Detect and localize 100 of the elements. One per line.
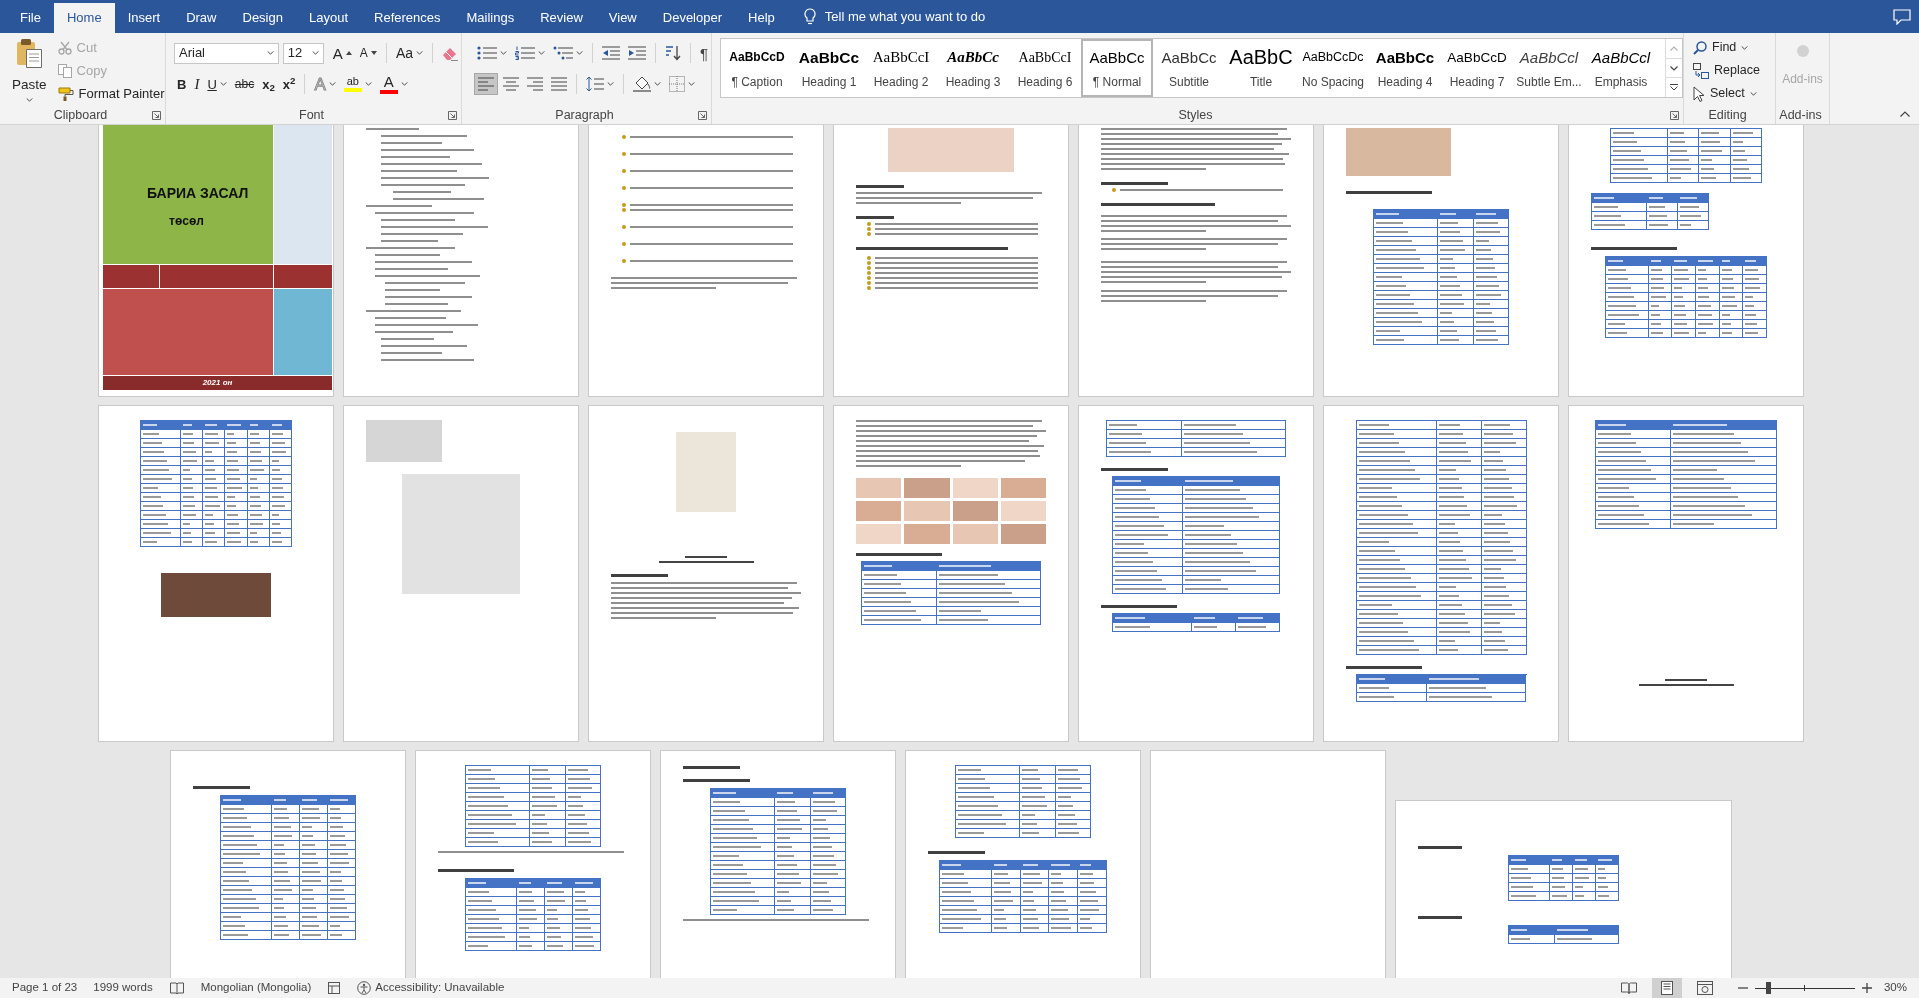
copy-icon xyxy=(57,63,72,78)
slider-thumb[interactable] xyxy=(1765,982,1771,994)
book-icon xyxy=(1620,982,1637,994)
photo-placeholder xyxy=(904,524,950,544)
italic-button[interactable]: I xyxy=(191,73,203,95)
borders-icon xyxy=(669,76,685,92)
paste-button[interactable]: Paste xyxy=(8,33,51,107)
collapse-ribbon-icon[interactable] xyxy=(1900,111,1910,117)
heading-line-drawing xyxy=(683,766,740,769)
heading-line-drawing xyxy=(611,574,668,577)
highlight-button[interactable]: ab xyxy=(340,73,375,95)
subscript-button[interactable]: x$_{2}$ xyxy=(259,73,278,95)
style-item[interactable]: AaBbCc Heading 3 xyxy=(937,39,1009,97)
web-page-icon xyxy=(1696,981,1713,995)
eraser-icon xyxy=(442,45,458,61)
caret-icon xyxy=(311,51,319,55)
change-case-button[interactable]: Aa xyxy=(392,42,426,64)
style-item[interactable]: AaBbCcl Subtle Em... xyxy=(1513,39,1585,97)
dialog-launcher-icon[interactable] xyxy=(152,111,161,120)
photo-placeholder xyxy=(856,524,902,544)
style-item[interactable]: AaBbCc ¶ Normal xyxy=(1081,39,1153,97)
cover-subtitle: төсөл xyxy=(169,213,204,230)
style-item[interactable]: AaBbCcDc No Spacing xyxy=(1297,39,1369,97)
grow-font-button[interactable]: A xyxy=(329,42,355,64)
underline-button[interactable]: U xyxy=(204,73,230,95)
bullets-icon xyxy=(477,46,497,60)
format-painter-button[interactable]: Format Painter xyxy=(54,82,168,105)
heading-line-drawing xyxy=(1418,916,1462,919)
circle-icon xyxy=(1795,44,1810,58)
numbering-icon xyxy=(515,46,535,60)
caret-icon xyxy=(688,82,695,86)
font-size-field[interactable]: 12 xyxy=(282,42,324,64)
style-item[interactable]: AaBbCcI Heading 2 xyxy=(865,39,937,97)
clipboard-icon xyxy=(16,38,43,68)
book-icon[interactable] xyxy=(169,982,184,994)
window-icon[interactable] xyxy=(328,982,341,994)
page-indicator[interactable]: Page 1 of 23 xyxy=(4,978,86,998)
dialog-launcher-icon[interactable] xyxy=(698,111,707,120)
ribbon-tab[interactable]: Draw xyxy=(173,3,230,33)
multilevel-list-icon xyxy=(553,46,573,60)
page-icon xyxy=(1660,981,1673,995)
ribbon-tab[interactable]: Review xyxy=(527,3,596,33)
caret-icon xyxy=(400,82,408,86)
zoom-level-button[interactable]: 30% xyxy=(1871,978,1919,998)
superscript-button[interactable]: x$^{2}$ xyxy=(279,73,299,95)
font-name-field[interactable]: Arial xyxy=(174,42,279,64)
align-left-icon xyxy=(478,77,494,91)
style-item[interactable]: AaBbCc Heading 4 xyxy=(1369,39,1441,97)
zoom-in-icon[interactable] xyxy=(1861,983,1872,993)
paint-roller-icon xyxy=(57,86,74,101)
photo-placeholder xyxy=(1000,524,1046,544)
strikethrough-button[interactable]: abc xyxy=(231,73,258,95)
bold-button[interactable]: B xyxy=(174,73,190,95)
accessibility-icon xyxy=(357,981,372,995)
style-item[interactable]: AaBbCcl Emphasis xyxy=(1585,39,1657,97)
ribbon-tab[interactable]: Help xyxy=(735,3,788,33)
find-button[interactable]: Find xyxy=(1690,36,1775,59)
word-count[interactable]: 1999 words xyxy=(85,978,161,998)
replace-button[interactable]: Replace xyxy=(1690,59,1775,82)
show-marks-button[interactable]: ¶ xyxy=(697,42,712,64)
align-right-icon xyxy=(527,77,543,91)
style-item[interactable]: AaBbCcD Heading 7 xyxy=(1441,39,1513,97)
caret-icon xyxy=(576,51,583,55)
style-item[interactable]: AaBbCc Heading 1 xyxy=(793,39,865,97)
style-item[interactable]: AaBbCcD ¶ Caption xyxy=(721,39,793,97)
ribbon-tab[interactable]: View xyxy=(595,3,650,33)
style-item[interactable]: AaBbCcI Heading 6 xyxy=(1009,39,1081,97)
align-center-icon xyxy=(503,77,519,91)
language-button[interactable]: Mongolian (Mongolia) xyxy=(192,978,320,998)
ribbon-tab[interactable]: Design xyxy=(229,3,296,33)
caret-down-icon xyxy=(370,51,377,55)
font-color-button[interactable]: A xyxy=(376,73,411,95)
select-button[interactable]: Select xyxy=(1690,82,1775,105)
style-item[interactable]: AaBbC Title xyxy=(1225,39,1297,97)
ribbon-tab[interactable]: Layout xyxy=(295,3,361,33)
ribbon-tab[interactable]: Developer xyxy=(649,3,736,33)
ribbon-tab[interactable]: Insert xyxy=(114,3,174,33)
cursor-icon xyxy=(1693,85,1705,102)
photo-placeholder xyxy=(952,524,998,544)
ribbon-tab[interactable]: File xyxy=(7,3,54,33)
ribbon-tab[interactable]: Mailings xyxy=(453,3,528,33)
shrink-font-button[interactable]: A xyxy=(356,42,380,64)
caret-icon xyxy=(654,82,661,86)
caret-icon xyxy=(1749,91,1757,96)
comment-icon[interactable] xyxy=(1893,8,1911,25)
search-icon xyxy=(1693,40,1707,55)
heading-line-drawing xyxy=(928,851,985,854)
ribbon-tab[interactable]: References xyxy=(361,3,454,33)
tell-me-field[interactable]: Tell me what you want to do xyxy=(824,6,1020,27)
print-layout-button[interactable] xyxy=(1651,978,1682,998)
scroll-down-icon xyxy=(1670,65,1678,71)
caret-icon xyxy=(328,82,336,86)
ribbon-tab[interactable]: Home xyxy=(53,3,115,33)
group-label: Clipboard xyxy=(53,107,108,124)
group-label: Paragraph xyxy=(555,107,614,124)
dialog-launcher-icon[interactable] xyxy=(448,111,457,120)
cover-title: БАРИА ЗАСАЛ xyxy=(147,184,249,203)
dialog-launcher-icon[interactable] xyxy=(1670,111,1679,120)
accessibility-button[interactable]: Accessibility: Unavailable xyxy=(349,978,513,998)
style-item[interactable]: AaBbCc Subtitle xyxy=(1153,39,1225,97)
